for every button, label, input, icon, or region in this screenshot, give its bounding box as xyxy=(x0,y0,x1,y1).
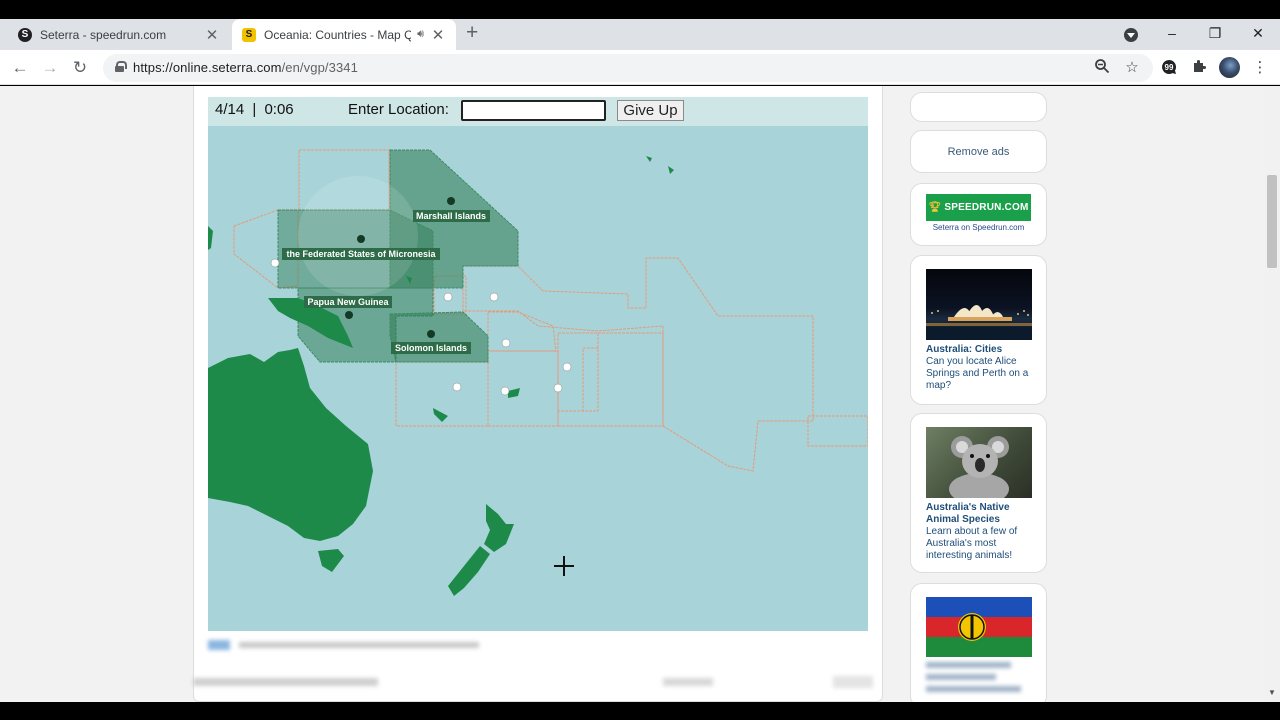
enter-location-label: Enter Location: xyxy=(348,101,449,118)
letterbox-bottom xyxy=(0,702,1280,720)
url-text[interactable]: https://online.seterra.com/en/vgp/3341 xyxy=(133,60,358,75)
blurred-card-text xyxy=(926,662,1026,692)
target-dot[interactable] xyxy=(500,386,510,396)
letterbox-top xyxy=(0,0,1280,19)
sydney-opera-house-image xyxy=(926,269,1032,340)
score-timer: 4/14 | 0:06 xyxy=(215,101,294,118)
tab-close-icon[interactable]: ✕ xyxy=(430,26,446,44)
target-dot[interactable] xyxy=(443,292,453,302)
lock-icon[interactable] xyxy=(115,61,127,72)
target-dot[interactable] xyxy=(270,258,280,268)
back-arrow-icon[interactable]: ← xyxy=(8,56,32,80)
url-domain: https://online.seterra.com xyxy=(133,60,282,75)
remove-ads-card[interactable]: Remove ads xyxy=(910,130,1047,173)
card-title[interactable]: Australia's Native Animal Species xyxy=(926,502,1036,526)
map-label-marshall-islands: Marshall Islands xyxy=(416,211,486,221)
tab-search-icon[interactable] xyxy=(1124,28,1138,42)
location-input[interactable] xyxy=(461,100,606,121)
related-quiz-card-flag[interactable] xyxy=(910,583,1047,708)
browser-window: S Seterra - speedrun.com ✕ S Oceania: Co… xyxy=(0,0,1280,720)
map-label-solomon-islands: Solomon Islands xyxy=(395,343,467,353)
close-window-button[interactable]: ✕ xyxy=(1238,19,1278,47)
tab-title: Oceania: Countries - Map Qu xyxy=(264,27,412,42)
ad-placeholder xyxy=(910,92,1047,122)
remove-ads-link[interactable]: Remove ads xyxy=(948,146,1010,158)
card-description: Can you locate Alice Springs and Perth o… xyxy=(926,356,1029,391)
speedrun-logo-text: SPEEDRUN.COM xyxy=(944,202,1029,213)
zoom-icon[interactable] xyxy=(1092,58,1112,78)
map-label-papua-new-guinea: Papua New Guinea xyxy=(307,297,389,307)
forward-arrow-icon[interactable]: → xyxy=(38,56,62,80)
map-label-micronesia: the Federated States of Micronesia xyxy=(286,249,436,259)
scrollbar-thumb[interactable] xyxy=(1267,175,1277,268)
speedrun-favicon-icon: S xyxy=(18,27,32,42)
speedrun-logo: 🏆︎ SPEEDRUN.COM xyxy=(926,194,1031,221)
target-dot[interactable] xyxy=(562,362,572,372)
blurred-legend xyxy=(208,639,508,651)
tab-close-icon[interactable]: ✕ xyxy=(204,26,220,44)
target-dot[interactable] xyxy=(452,382,462,392)
cursor-highlight xyxy=(298,176,418,296)
flag-image xyxy=(926,597,1032,657)
speaker-icon[interactable]: 🔊︎ xyxy=(417,28,424,41)
related-quiz-card-animals[interactable]: Australia's Native Animal Species Learn … xyxy=(910,413,1047,573)
profile-avatar[interactable] xyxy=(1219,57,1240,78)
new-tab-button[interactable]: + xyxy=(466,21,478,45)
bookmark-star-icon[interactable]: ☆ xyxy=(1122,58,1142,78)
menu-kebab-icon[interactable]: ⋮ xyxy=(1250,58,1270,78)
restore-button[interactable]: ❐ xyxy=(1195,19,1235,47)
trophy-icon: 🏆︎ xyxy=(928,202,942,213)
card-title[interactable]: Australia: Cities xyxy=(926,344,1036,356)
give-up-button[interactable]: Give Up xyxy=(617,100,684,121)
oceania-map[interactable]: Marshall Islands the Federated States of… xyxy=(208,126,868,631)
blurred-controls xyxy=(193,664,873,694)
crosshair-cursor-icon xyxy=(554,556,574,576)
related-quiz-card-cities[interactable]: Australia: Cities Can you locate Alice S… xyxy=(910,255,1047,405)
hud-separator: | xyxy=(252,101,257,118)
map-canvas[interactable]: Marshall Islands the Federated States of… xyxy=(208,126,868,631)
tab-strip: S Seterra - speedrun.com ✕ S Oceania: Co… xyxy=(0,19,1280,50)
timer: 0:06 xyxy=(264,101,294,118)
seterra-favicon-icon: S xyxy=(242,27,256,42)
target-dot[interactable] xyxy=(553,383,563,393)
target-dot[interactable] xyxy=(501,338,511,348)
url-path: /en/vgp/3341 xyxy=(281,60,358,75)
tab-title: Seterra - speedrun.com xyxy=(40,27,167,42)
speedrun-caption[interactable]: Seterra on Speedrun.com xyxy=(911,223,1046,232)
progress-counter: 4/14 xyxy=(215,101,245,118)
scroll-down-arrow-icon[interactable]: ▼ xyxy=(1268,688,1276,697)
card-description: Learn about a few of Australia's most in… xyxy=(926,526,1018,561)
svg-text:99: 99 xyxy=(1165,63,1174,72)
minimize-button[interactable]: – xyxy=(1152,19,1192,47)
koala-image xyxy=(926,427,1032,505)
reload-icon[interactable]: ↻ xyxy=(68,56,92,80)
tab-seterra-speedrun[interactable]: S Seterra - speedrun.com ✕ xyxy=(8,19,230,50)
extensions-puzzle-icon[interactable] xyxy=(1189,58,1209,78)
tab-oceania-quiz[interactable]: S Oceania: Countries - Map Qu 🔊︎ ✕ xyxy=(232,19,456,50)
target-dot[interactable] xyxy=(489,292,499,302)
speedrun-card[interactable]: 🏆︎ SPEEDRUN.COM Seterra on Speedrun.com xyxy=(910,183,1047,246)
extension-chat-icon[interactable]: 99 xyxy=(1159,58,1179,78)
